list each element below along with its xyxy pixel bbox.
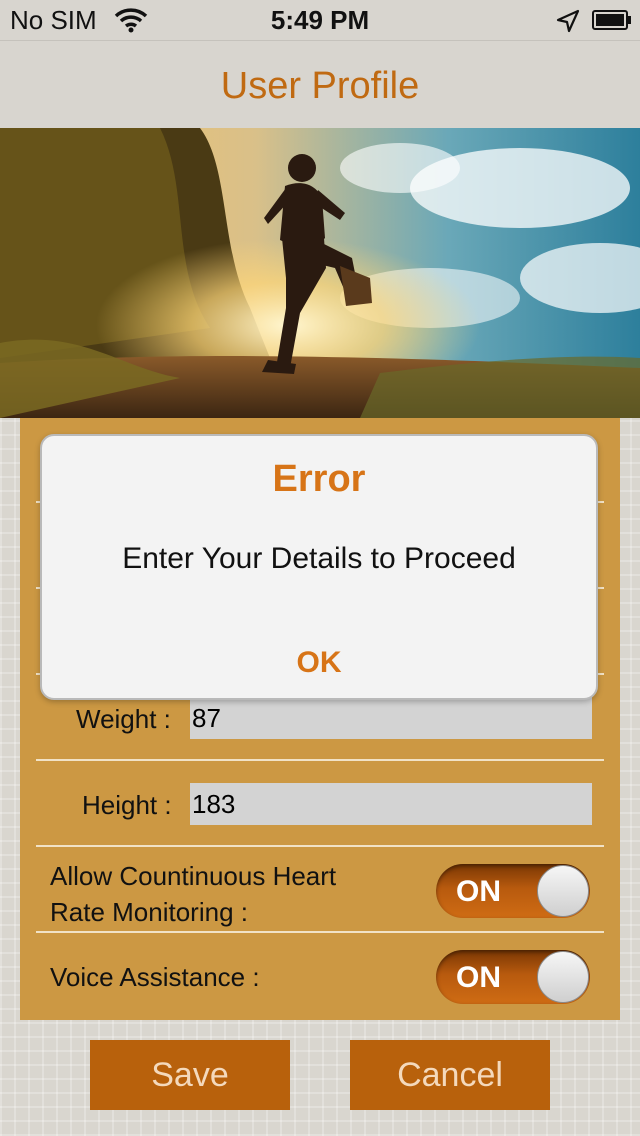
cancel-button[interactable]: Cancel (350, 1040, 550, 1110)
location-arrow-icon (556, 9, 580, 33)
status-bar: No SIM 5:49 PM (0, 0, 640, 40)
row-divider (36, 845, 604, 847)
weight-field[interactable] (190, 697, 592, 739)
weight-label: Weight : (76, 704, 171, 734)
error-alert-dialog: Error Enter Your Details to Proceed OK (40, 434, 598, 700)
navigation-bar: User Profile (0, 40, 640, 129)
toggle-knob (537, 865, 589, 917)
save-button[interactable]: Save (90, 1040, 290, 1110)
voice-assistance-label: Voice Assistance : (50, 962, 260, 992)
alert-title: Error (272, 458, 366, 500)
heart-rate-label-line-2: Rate Monitoring : (50, 897, 248, 927)
height-field[interactable] (190, 783, 592, 825)
heart-rate-label: Allow Countinuous Heart Rate Monitoring … (50, 858, 336, 930)
battery-icon (592, 10, 631, 30)
page-title: User Profile (220, 65, 420, 107)
clock: 5:49 PM (270, 5, 370, 35)
alert-message: Enter Your Details to Proceed (122, 542, 516, 575)
row-divider (36, 931, 604, 933)
toggle-knob (537, 951, 589, 1003)
voice-assistance-toggle-state: ON (456, 961, 501, 994)
heart-rate-toggle[interactable]: ON (436, 864, 590, 918)
voice-assistance-toggle[interactable]: ON (436, 950, 590, 1004)
alert-ok-button[interactable]: OK (42, 646, 596, 680)
hero-runner-image (0, 128, 640, 418)
row-divider (36, 759, 604, 761)
heart-rate-label-line-1: Allow Countinuous Heart (50, 861, 337, 891)
heart-rate-toggle-state: ON (456, 875, 501, 908)
height-label: Height : (82, 790, 172, 820)
